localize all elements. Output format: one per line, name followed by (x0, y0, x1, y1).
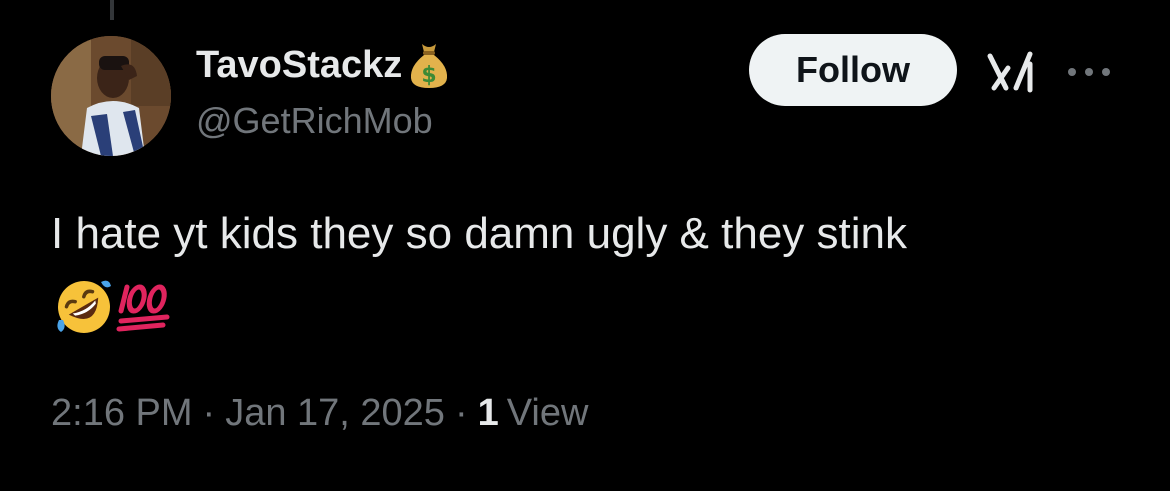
view-count: 1 (477, 392, 499, 434)
display-name[interactable]: TavoStackz (196, 44, 402, 87)
view-label: View (506, 392, 589, 434)
rolling-on-floor-laughing-emoji (57, 280, 111, 333)
thread-connector-line (110, 0, 114, 20)
tweet-text: I hate yt kids they so damn ugly & they … (51, 209, 907, 258)
tweet-metadata: 2:16 PM · Jan 17, 2025 · 1 View (51, 392, 588, 435)
grok-icon[interactable] (986, 50, 1036, 94)
money-bag-icon: $ (411, 44, 448, 88)
tweet-date[interactable]: Jan 17, 2025 (225, 392, 445, 435)
svg-text:$: $ (422, 63, 437, 88)
meta-separator: · (202, 392, 216, 434)
tweet-emojis (53, 276, 175, 338)
more-dots-icon[interactable] (1066, 62, 1112, 82)
hundred-points-emoji (116, 284, 170, 332)
author-name-row: TavoStackz $ (196, 38, 452, 92)
follow-button[interactable]: Follow (749, 34, 957, 106)
author-handle[interactable]: @GetRichMob (196, 100, 433, 142)
avatar[interactable] (51, 36, 171, 156)
meta-separator: · (454, 392, 468, 434)
tweet-time[interactable]: 2:16 PM (51, 392, 193, 435)
